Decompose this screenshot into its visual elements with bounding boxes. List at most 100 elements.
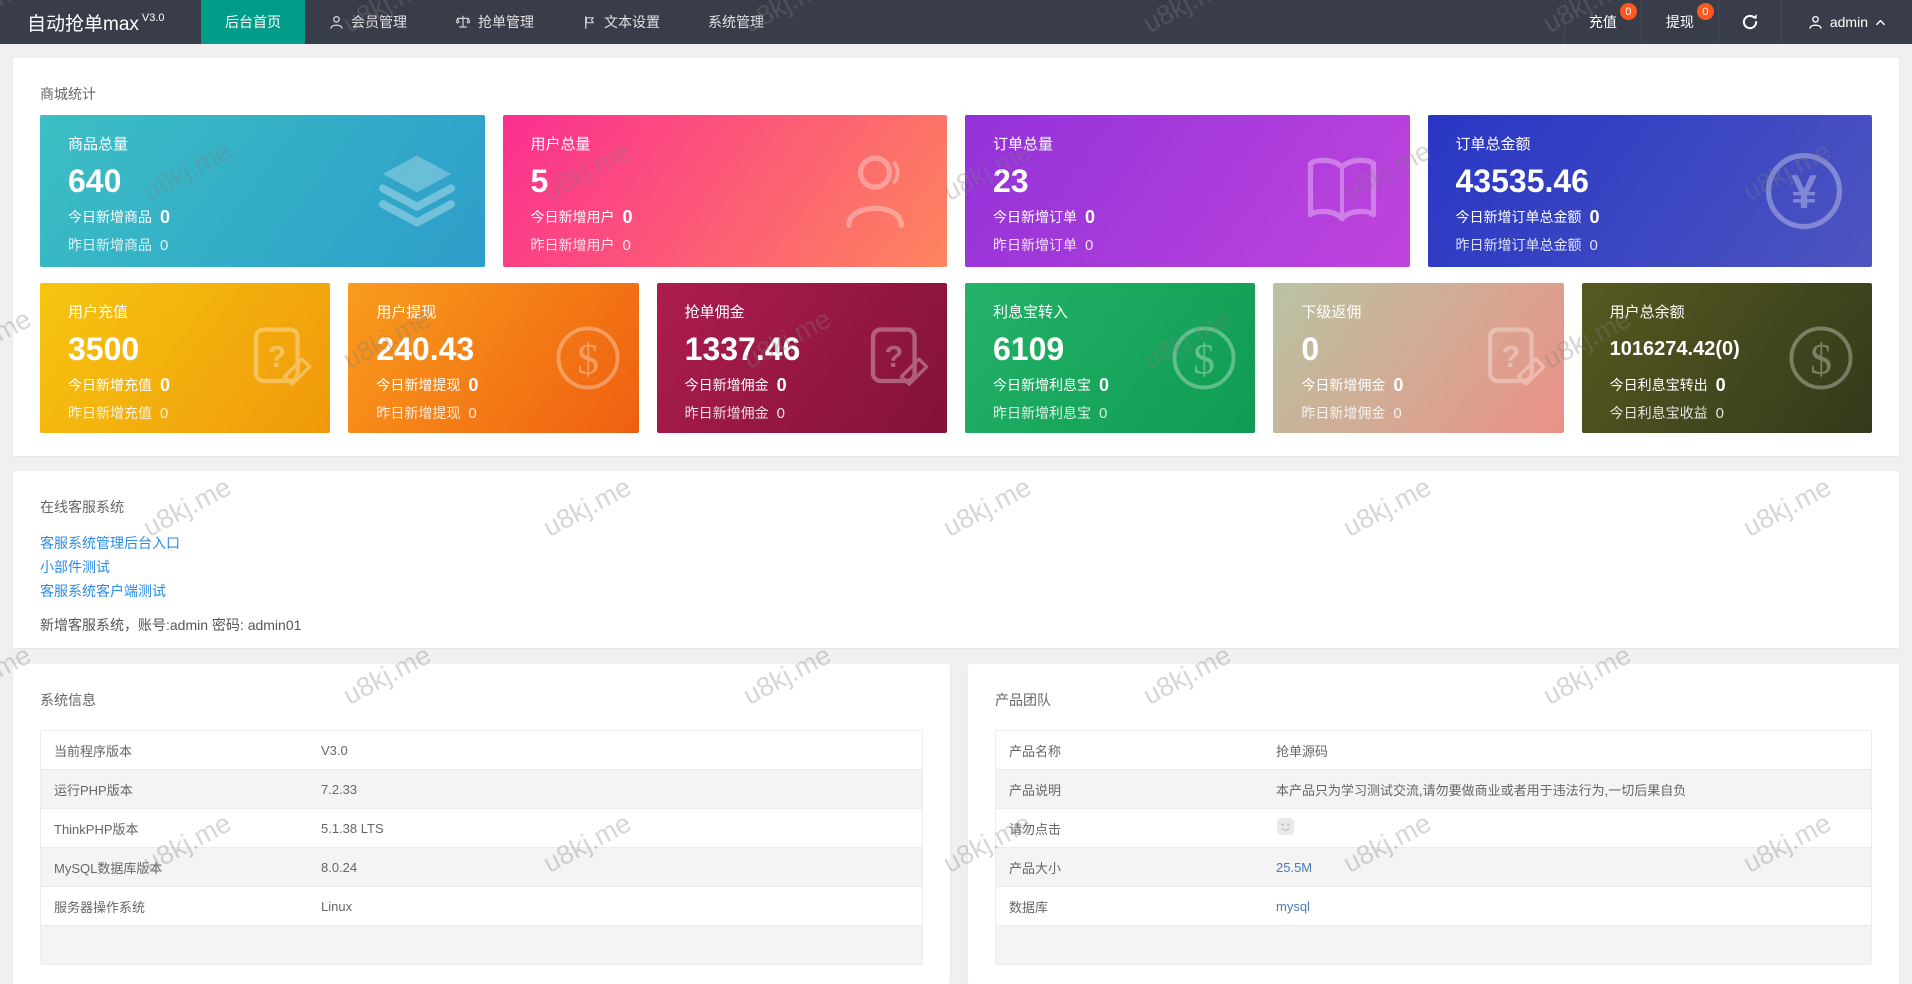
stat-card-title: 用户充值 [68,304,129,321]
row-value[interactable]: mysql [1276,899,1871,914]
user-menu[interactable]: admin [1780,0,1912,44]
row-value [1276,817,1871,839]
stat-line-label: 昨日新增商品 [68,237,152,253]
stat-line-label: 昨日新增佣金 [684,405,769,421]
app-title-text: 自动抢单max [27,13,139,35]
app-title: 自动抢单max V3.0 [0,0,201,44]
table-row: MySQL数据库版本 8.0.24 [41,848,922,887]
row-value: 本产品只为学习测试交流,请勿要做商业或者用于违法行为,一切后果自负 [1276,782,1687,798]
table-row: 请勿点击 [996,809,1871,848]
product-team-table: 产品名称 抢单源码 产品说明 本产品只为学习测试交流,请勿要做商业或者用于违法行为,一… [995,730,1872,965]
stat-card: 用户提现 240.43 今日新增提现 0 昨日新增提现 0 $ [348,283,639,433]
stat-line-yesterday: 昨日新增商品 0 [68,233,465,257]
nav-item-1[interactable]: 后台首页 [201,0,305,44]
table-row: 产品名称 抢单源码 [996,731,1871,770]
table-row [996,926,1871,965]
stat-card: 抢单佣金 1337.46 今日新增佣金 0 昨日新增佣金 0? [656,283,947,433]
header-spacer [788,0,1564,44]
stat-line-label: 今日新增佣金 [1301,377,1386,393]
stat-card-title: 利息宝转入 [993,304,1069,321]
service-account-note: 新增客服系统，账号:admin 密码: admin01 [40,617,302,633]
stat-line-value: 0 [622,236,631,254]
withdraw-button[interactable]: 提现 0 [1640,0,1718,44]
nav-item-3[interactable]: 抢单管理 [431,0,558,44]
header-actions: 充值 0 提现 0 [1563,0,1718,44]
stat-line-label: 今日新增订单 [993,209,1077,225]
stat-line-yesterday: 昨日新增利息宝 0 [993,401,1235,425]
row-value: 5.1.38 LTS [321,820,384,836]
recharge-button[interactable]: 充值 0 [1563,0,1641,44]
stat-line-value: 0 [1393,374,1404,395]
stat-card: 商品总量 640 今日新增商品 0 昨日新增商品 0 [40,115,485,267]
stat-line-value: 0 [776,404,785,422]
stat-line-value: 0 [1099,404,1108,422]
stats-section-title: 商城统计 [40,86,96,102]
stat-card: 下级返佣 0 今日新增佣金 0 昨日新增佣金 0? [1273,283,1564,433]
row-value[interactable]: 25.5M [1276,860,1871,875]
refresh-button[interactable] [1717,0,1781,44]
stat-card: 用户总余额 1016274.42(0) 今日利息宝转出 0 今日利息宝收益 0 $ [1581,283,1872,433]
service-link[interactable]: 小部件测试 [40,555,110,579]
row-label: 当前程序版本 [54,743,133,759]
stat-line-value: 0 [1589,236,1598,254]
stat-line-yesterday: 昨日新增用户 0 [531,233,928,257]
doc-question-icon: ? [244,323,314,393]
notification-badge: 0 [1696,3,1714,20]
stat-line-label: 今日新增利息宝 [993,377,1091,393]
stat-line-value: 0 [468,404,477,422]
app-version: V3.0 [141,12,165,24]
main-nav: 后台首页 会员管理 抢单管理 文本设置 系统管理 [201,0,788,44]
stat-line-value: 0 [1085,236,1094,254]
stat-line-yesterday: 昨日新增佣金 0 [685,401,927,425]
action-label: 提现 [1665,14,1694,30]
stat-line-value: 0 [468,374,479,395]
nav-item-label: 文本设置 [604,14,660,30]
table-row: 运行PHP版本 7.2.33 [41,770,922,809]
flag-icon [582,15,597,30]
stat-line-yesterday: 昨日新增订单总金额 0 [1456,233,1853,257]
nav-item-label: 抢单管理 [478,14,534,30]
row-value: V3.0 [321,742,348,758]
stat-line-label: 今日新增订单总金额 [1455,209,1582,225]
table-row: 数据库 mysql [996,887,1871,926]
svg-text:¥: ¥ [1791,166,1818,219]
table-row: ThinkPHP版本 5.1.38 LTS [41,809,922,848]
row-value: 7.2.33 [321,781,358,797]
stats-row-1: 商品总量 640 今日新增商品 0 昨日新增商品 0 用户总量 5 今日新增用户 0 昨日新增用户 0… [40,115,1872,267]
stat-line-yesterday: 昨日新增提现 0 [376,401,618,425]
user-name: admin [1829,14,1868,30]
layers-icon [375,149,459,233]
stat-line-value: 0 [1099,374,1110,395]
row-label: ThinkPHP版本 [54,821,139,837]
nav-item-label: 会员管理 [351,14,407,30]
stat-line-value: 0 [1715,404,1724,422]
person-icon [837,149,921,233]
stat-line-label: 今日新增商品 [68,209,152,225]
system-info-panel: 系统信息 当前程序版本 V3.0 运行PHP版本 7.2.33 ThinkPHP版本 5.… [13,664,950,984]
stat-line-value: 0 [1715,374,1726,395]
service-link[interactable]: 客服系统管理后台入口 [40,531,180,555]
nav-item-5[interactable]: 系统管理 [684,0,788,44]
svg-text:$: $ [1193,335,1215,383]
stat-card: 利息宝转入 6109 今日新增利息宝 0 昨日新增利息宝 0 $ [965,283,1256,433]
row-value: 8.0.24 [321,859,358,875]
nav-item-label: 后台首页 [225,14,281,30]
notification-badge: 0 [1619,3,1637,20]
stat-line-label: 昨日新增佣金 [1301,405,1386,421]
stat-card-title: 用户提现 [376,304,437,321]
nav-item-2[interactable]: 会员管理 [305,0,431,44]
service-link[interactable]: 客服系统客户端测试 [40,579,166,603]
stat-line-value: 0 [160,374,171,395]
nav-item-4[interactable]: 文本设置 [558,0,684,44]
dollar-circle-icon: $ [1169,323,1239,393]
row-label: 服务器操作系统 [54,899,146,915]
stat-line-label: 昨日新增用户 [530,237,615,253]
stat-line-yesterday: 今日利息宝收益 0 [1610,401,1852,425]
row-label: 请勿点击 [1009,821,1062,837]
svg-text:$: $ [577,335,599,383]
svg-text:?: ? [268,340,287,374]
user-icon [329,15,344,30]
stat-line-label: 今日新增提现 [376,377,461,393]
system-info-title: 系统信息 [40,692,96,708]
service-panel: 在线客服系统 客服系统管理后台入口 小部件测试 客服系统客户端测试 新增客服系统，账… [13,471,1899,648]
